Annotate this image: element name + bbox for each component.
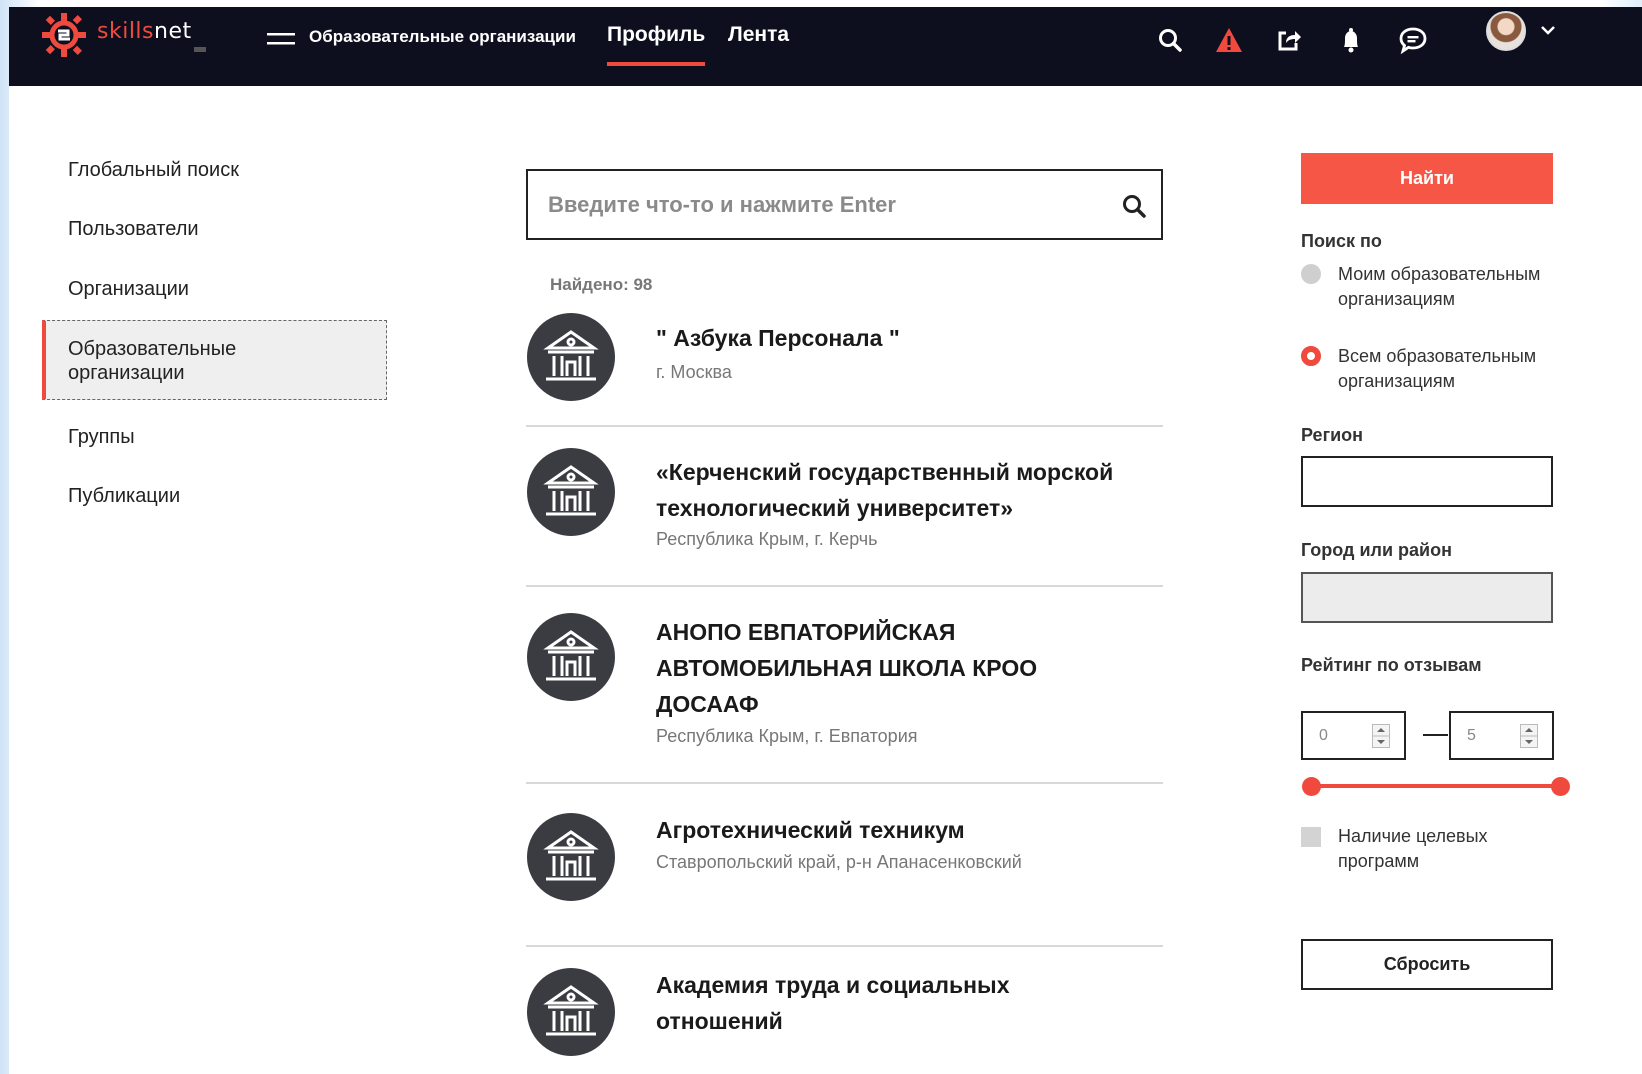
building-icon — [527, 613, 615, 701]
result-item[interactable]: Академия труда и социальных отношений — [526, 967, 1163, 1067]
radio-label: Моим образовательным организациям — [1338, 264, 1541, 309]
user-avatar[interactable] — [1486, 11, 1526, 51]
result-item[interactable]: «Керченский государственный морской техн… — [526, 447, 1163, 587]
search-icon[interactable] — [1155, 25, 1185, 55]
building-icon — [527, 813, 615, 901]
result-divider — [526, 782, 1163, 784]
sidebar-item-groups[interactable]: Группы — [42, 425, 386, 449]
rating-slider-max-handle[interactable] — [1551, 777, 1570, 796]
logo-text-net: net — [154, 19, 192, 44]
nav-profile[interactable]: Профиль — [607, 23, 705, 47]
building-icon — [527, 313, 615, 401]
result-item[interactable]: Агротехнический техникум Ставропольский … — [526, 812, 1163, 952]
radio-my-orgs[interactable]: Моим образовательным организациям — [1301, 262, 1561, 337]
sidebar-item-global-search[interactable]: Глобальный поиск — [42, 158, 386, 182]
sidebar-item-publications[interactable]: Публикации — [42, 484, 386, 508]
sidebar-item-label: Группы — [68, 426, 135, 448]
sidebar-item-educational-orgs[interactable]: Образовательные организации — [42, 320, 387, 400]
result-divider — [526, 945, 1163, 947]
sidebar-item-label: Пользователи — [68, 218, 199, 240]
building-icon — [527, 448, 615, 536]
stepper-arrows-icon[interactable] — [1520, 724, 1538, 748]
city-label: Город или район — [1301, 540, 1452, 560]
app-window: skillsnet Образовательные организации Пр… — [9, 7, 1642, 1074]
sidebar-item-label: Глобальный поиск — [68, 159, 239, 181]
find-button[interactable]: Найти — [1301, 153, 1553, 204]
logo-wordmark: skillsnet — [97, 19, 192, 44]
radio-button-selected[interactable] — [1301, 346, 1321, 366]
sidebar-item-label: Организации — [68, 278, 189, 300]
sidebar-item-label: Публикации — [68, 485, 181, 507]
reset-button[interactable]: Сбросить — [1301, 939, 1553, 990]
rating-slider-min-handle[interactable] — [1302, 777, 1321, 796]
target-programs-checkbox[interactable] — [1301, 827, 1321, 847]
top-nav-bar: skillsnet Образовательные организации Пр… — [9, 7, 1642, 86]
search-icon[interactable] — [1121, 193, 1147, 219]
rating-max-stepper[interactable]: 5 — [1449, 711, 1554, 760]
result-location: Республика Крым, г. Керчь — [656, 529, 878, 549]
stepper-arrows-icon[interactable] — [1372, 724, 1390, 748]
building-icon — [527, 968, 615, 1056]
region-input[interactable] — [1303, 458, 1551, 505]
region-field[interactable] — [1301, 456, 1553, 507]
bell-icon[interactable] — [1336, 25, 1366, 55]
city-input[interactable] — [1303, 574, 1551, 621]
result-name[interactable]: Агротехнический техникум — [656, 812, 1146, 848]
result-name[interactable]: АНОПО ЕВПАТОРИЙСКАЯ АВТОМОБИЛЬНАЯ ШКОЛА … — [656, 614, 1076, 722]
radio-all-orgs[interactable]: Всем образовательным организациям — [1301, 344, 1561, 394]
warning-icon[interactable] — [1214, 25, 1244, 55]
nav-active-indicator — [607, 62, 705, 66]
results-count: Найдено: 98 — [550, 275, 653, 294]
search-input[interactable] — [548, 188, 1108, 222]
target-programs-checkbox-row[interactable]: Наличие целевых программ — [1301, 824, 1561, 876]
sidebar-item-label: Образовательные организации — [68, 338, 237, 384]
checkbox-label: Наличие целевых программ — [1338, 826, 1488, 871]
radio-label: Всем образовательным организациям — [1338, 346, 1537, 391]
chevron-down-icon[interactable] — [1539, 23, 1557, 37]
hamburger-menu-icon[interactable] — [267, 29, 295, 49]
rating-slider-track[interactable] — [1311, 784, 1561, 788]
result-location: Ставропольский край, р-н Апанасенковский — [656, 852, 1022, 872]
result-divider — [526, 585, 1163, 587]
chat-icon[interactable] — [1398, 25, 1428, 55]
result-name[interactable]: Академия труда и социальных отношений — [656, 967, 1016, 1039]
rating-max-value: 5 — [1467, 727, 1476, 744]
sidebar-item-users[interactable]: Пользователи — [42, 217, 386, 241]
sidebar-item-organizations[interactable]: Организации — [42, 277, 386, 301]
rating-min-stepper[interactable]: 0 — [1301, 711, 1406, 760]
result-name[interactable]: «Керченский государственный морской техн… — [656, 454, 1146, 526]
share-icon[interactable] — [1274, 25, 1304, 55]
radio-button[interactable] — [1301, 264, 1321, 284]
result-item[interactable]: АНОПО ЕВПАТОРИЙСКАЯ АВТОМОБИЛЬНАЯ ШКОЛА … — [526, 612, 1163, 787]
logo-text-skills: skills — [97, 19, 155, 44]
nav-feed[interactable]: Лента — [728, 23, 789, 47]
nav-educational-orgs[interactable]: Образовательные организации — [309, 27, 576, 47]
result-location: г. Москва — [656, 362, 732, 382]
search-by-label: Поиск по — [1301, 231, 1382, 251]
result-location: Республика Крым, г. Евпатория — [656, 726, 918, 746]
result-divider — [526, 425, 1163, 427]
result-name[interactable]: " Азбука Персонала " — [656, 320, 1146, 356]
rating-label: Рейтинг по отзывам — [1301, 655, 1482, 675]
range-dash — [1423, 734, 1448, 736]
search-box — [526, 169, 1163, 240]
city-field[interactable] — [1301, 572, 1553, 623]
rating-min-value: 0 — [1319, 727, 1328, 744]
region-label: Регион — [1301, 425, 1363, 445]
result-item[interactable]: " Азбука Персонала " г. Москва — [526, 312, 1163, 427]
